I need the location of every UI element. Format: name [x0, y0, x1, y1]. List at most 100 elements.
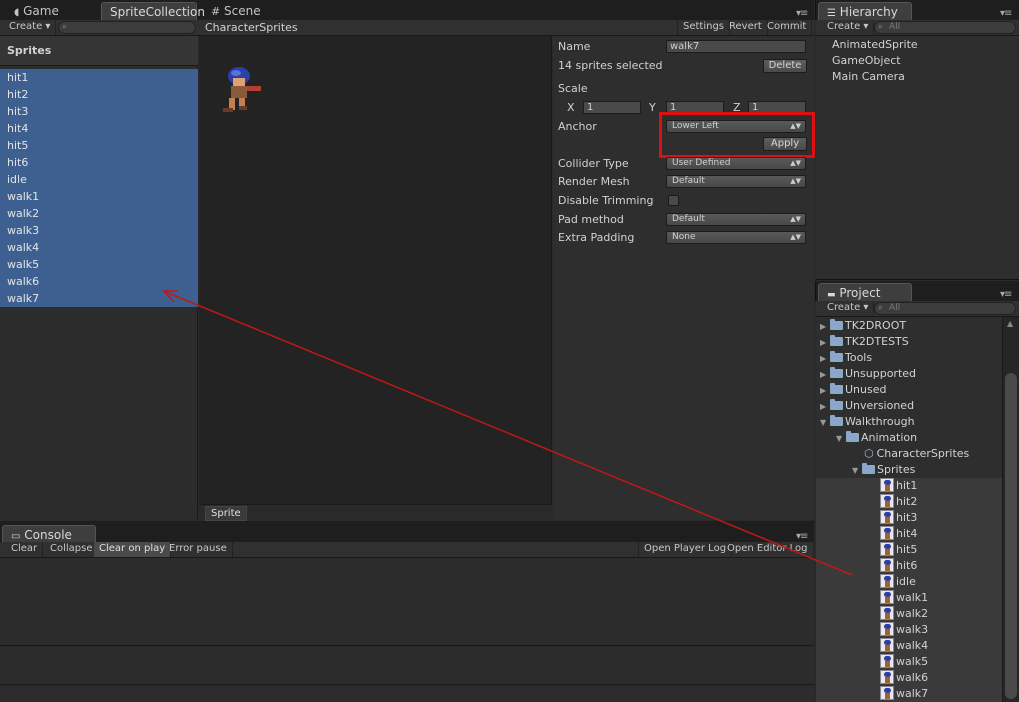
console-detail-area[interactable] [0, 647, 814, 685]
project-scrollbar[interactable]: ▲ [1002, 317, 1019, 702]
project-sprite-asset[interactable]: walk4 [880, 638, 928, 654]
console-log-area[interactable] [0, 558, 814, 646]
sprite-list-item[interactable]: hit5 [0, 137, 198, 154]
hierarchy-search-input[interactable]: ⌕ All [874, 21, 1016, 34]
pad-method-dropdown[interactable]: Default ▲▼ [666, 213, 806, 226]
project-folder[interactable]: ▶ Unversioned [820, 398, 914, 414]
project-folder[interactable]: ▶ TK2DTESTS [820, 334, 909, 350]
project-create-button[interactable]: Create ▾ [822, 301, 875, 316]
project-sprite-asset[interactable]: walk6 [880, 670, 928, 686]
hierarchy-menu-icon[interactable]: ▾≡ [1000, 8, 1012, 19]
project-toolbar: Create ▾ ⌕ All [816, 301, 1019, 317]
project-scrollbar-thumb[interactable] [1005, 373, 1017, 699]
project-sprite-asset[interactable]: hit6 [880, 558, 917, 574]
sprite-list-item[interactable]: walk4 [0, 239, 198, 256]
sprite-preview-panel[interactable]: Sprite [199, 36, 552, 521]
tab-console[interactable]: ▭ Console [2, 525, 96, 543]
selected-count: 14 sprites selected [558, 59, 663, 72]
project-search-input[interactable]: ⌕ All [874, 302, 1016, 315]
project-sprite-asset[interactable]: hit5 [880, 542, 917, 558]
sprite-preview-image [219, 64, 265, 116]
console-clear-on-play-button[interactable]: Clear on play [94, 542, 172, 557]
sprite-list-item[interactable]: idle [0, 171, 198, 188]
project-menu-icon[interactable]: ▾≡ [1000, 289, 1012, 300]
project-sprite-asset[interactable]: hit2 [880, 494, 917, 510]
expand-closed-icon[interactable]: ▶ [820, 383, 830, 399]
project-folder-animation[interactable]: ▼ Animation [836, 430, 917, 446]
pad-method-value: Default [672, 214, 705, 224]
sprite-thumbnail-icon [880, 686, 894, 700]
expand-open-icon[interactable]: ▼ [852, 463, 862, 479]
scale-x-field[interactable]: 1 [583, 101, 641, 114]
settings-button[interactable]: Settings [677, 20, 731, 35]
sprite-list-item[interactable]: walk3 [0, 222, 198, 239]
project-sprite-asset[interactable]: walk5 [880, 654, 928, 670]
project-item-label: walk1 [896, 591, 929, 604]
sprite-search-input[interactable]: ⌕ [58, 21, 196, 34]
expand-closed-icon[interactable]: ▶ [820, 319, 830, 335]
delete-button[interactable]: Delete [763, 59, 807, 73]
project-folder-sprites[interactable]: ▼ Sprites [852, 462, 915, 478]
sprite-list-item[interactable]: hit2 [0, 86, 198, 103]
open-player-log-button[interactable]: Open Player Log [638, 542, 733, 557]
tab-scene[interactable]: # Scene [203, 2, 269, 20]
project-sprite-asset[interactable]: walk7 [880, 686, 928, 702]
create-button[interactable]: Create ▾ [4, 20, 57, 35]
panel-menu-icon[interactable]: ▾≡ [796, 8, 808, 19]
hierarchy-create-button[interactable]: Create ▾ [822, 20, 875, 35]
expand-closed-icon[interactable]: ▶ [820, 351, 830, 367]
sprite-list-item[interactable]: walk5 [0, 256, 198, 273]
sprite-list-item[interactable]: walk6 [0, 273, 198, 290]
tab-sprite-collection[interactable]: SpriteCollection [101, 2, 205, 20]
project-sprite-asset[interactable]: idle [880, 574, 916, 590]
project-item-character-sprites[interactable]: ⬡ CharacterSprites [864, 446, 969, 462]
extra-padding-dropdown[interactable]: None ▲▼ [666, 231, 806, 244]
sprite-list-item[interactable]: walk1 [0, 188, 198, 205]
project-sprite-asset[interactable]: hit1 [880, 478, 917, 494]
tab-project[interactable]: ▬ Project [818, 283, 912, 301]
project-sprite-asset[interactable]: walk2 [880, 606, 928, 622]
expand-open-icon[interactable]: ▼ [820, 415, 830, 431]
sprite-list-item[interactable]: hit1 [0, 69, 198, 86]
collider-type-dropdown[interactable]: User Defined ▲▼ [666, 157, 806, 170]
commit-button[interactable]: Commit [762, 20, 813, 35]
expand-closed-icon[interactable]: ▶ [820, 335, 830, 351]
expand-closed-icon[interactable]: ▶ [820, 399, 830, 415]
scroll-up-arrow-icon[interactable]: ▲ [1007, 319, 1013, 328]
name-field[interactable]: walk7 [666, 40, 806, 53]
project-sprite-asset[interactable]: walk3 [880, 622, 928, 638]
sprite-list-item[interactable]: hit3 [0, 103, 198, 120]
folder-icon [830, 335, 843, 346]
project-folder[interactable]: ▶ Tools [820, 350, 872, 366]
console-clear-button[interactable]: Clear [6, 542, 44, 557]
project-folder[interactable]: ▶ TK2DROOT [820, 318, 906, 334]
hierarchy-item[interactable]: AnimatedSprite [832, 37, 918, 53]
console-menu-icon[interactable]: ▾≡ [796, 531, 808, 542]
sprite-list-item[interactable]: hit6 [0, 154, 198, 171]
search-icon: ⌕ [878, 22, 884, 32]
tab-game[interactable]: ◖ Game [6, 2, 67, 20]
tab-hierarchy[interactable]: ☰ Hierarchy [818, 2, 912, 20]
console-collapse-button[interactable]: Collapse [45, 542, 99, 557]
open-editor-log-button[interactable]: Open Editor Log [722, 542, 814, 557]
project-sprite-asset[interactable]: hit3 [880, 510, 917, 526]
project-folder[interactable]: ▼ Walkthrough [820, 414, 915, 430]
console-error-pause-button[interactable]: Error pause [164, 542, 233, 557]
project-folder[interactable]: ▶ Unused [820, 382, 886, 398]
sprite-list-item[interactable]: hit4 [0, 120, 198, 137]
project-sprite-asset[interactable]: walk1 [880, 590, 928, 606]
sprite-list-item[interactable]: walk7 [0, 290, 198, 307]
project-item-label: Walkthrough [845, 415, 915, 428]
sprite-list-item[interactable]: walk2 [0, 205, 198, 222]
render-mesh-dropdown[interactable]: Default ▲▼ [666, 175, 806, 188]
hierarchy-item[interactable]: Main Camera [832, 69, 905, 85]
expand-open-icon[interactable]: ▼ [836, 431, 846, 447]
grid-icon: # [211, 5, 221, 18]
disable-trimming-checkbox[interactable] [668, 195, 679, 206]
expand-closed-icon[interactable]: ▶ [820, 367, 830, 383]
project-folder[interactable]: ▶ Unsupported [820, 366, 916, 382]
hierarchy-item[interactable]: GameObject [832, 53, 901, 69]
project-sprite-asset[interactable]: hit4 [880, 526, 917, 542]
console-toolbar: Clear Collapse Clear on play Error pause… [0, 542, 814, 558]
prefab-cube-icon: ⬡ [864, 447, 874, 460]
